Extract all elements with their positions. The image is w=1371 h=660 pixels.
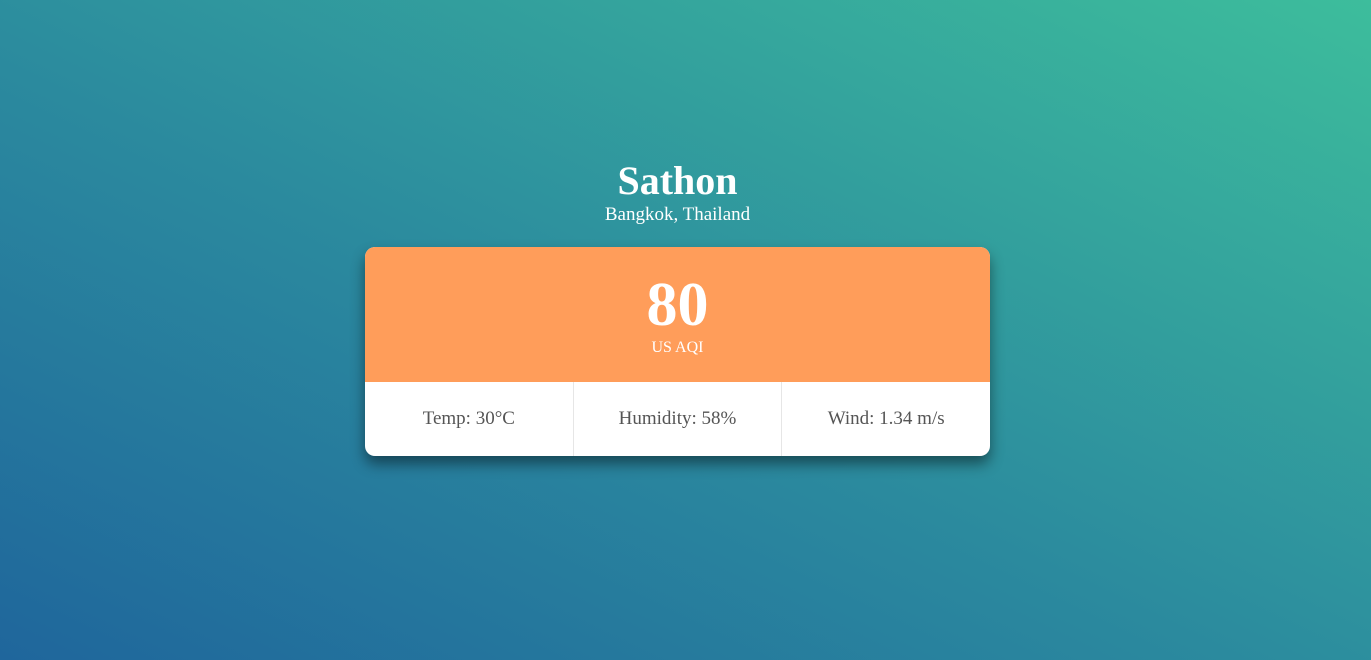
humidity-stat: Humidity: 58% bbox=[574, 382, 783, 456]
region-name: Bangkok, Thailand bbox=[604, 204, 751, 225]
temperature-stat: Temp: 30°C bbox=[365, 382, 574, 456]
city-name: Sathon bbox=[617, 158, 738, 203]
aqi-unit: US AQI bbox=[651, 339, 704, 356]
aqi-value: 80 bbox=[646, 271, 709, 339]
wind-stat: Wind: 1.34 m/s bbox=[827, 408, 945, 429]
location-header: Sathon Bangkok, Thailand bbox=[0, 158, 1355, 226]
aqi-card: 80 US AQI Temp: 30°C Humidity: 58% Wind:… bbox=[365, 247, 990, 456]
weather-stats: Temp: 30°C Humidity: 58% Wind: 1.34 m/s bbox=[365, 382, 990, 456]
aqi-panel: 80 US AQI bbox=[365, 247, 990, 382]
